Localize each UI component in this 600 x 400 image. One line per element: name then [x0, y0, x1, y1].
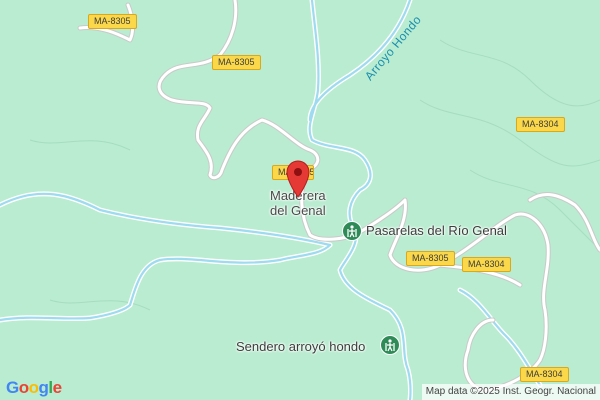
- road-shield: MA-8305: [406, 251, 455, 266]
- road-shield: MA-8304: [520, 367, 569, 382]
- road-shield: MA-8304: [516, 117, 565, 132]
- road-shield: MA-8305: [212, 55, 261, 70]
- map-pin-icon[interactable]: [286, 160, 310, 198]
- road-shield: MA-8304: [462, 257, 511, 272]
- google-logo[interactable]: Google: [6, 378, 62, 398]
- hiking-icon[interactable]: [342, 221, 362, 241]
- hiking-icon[interactable]: [380, 335, 400, 355]
- road-shield: MA-8305: [88, 14, 137, 29]
- place-label-line2: del Genal: [270, 203, 326, 218]
- poi-label[interactable]: Pasarelas del Río Genal: [366, 223, 507, 238]
- map-attribution[interactable]: Map data ©2025 Inst. Geogr. Nacional: [421, 384, 600, 400]
- poi-label[interactable]: Sendero arroyó hondo: [236, 339, 365, 354]
